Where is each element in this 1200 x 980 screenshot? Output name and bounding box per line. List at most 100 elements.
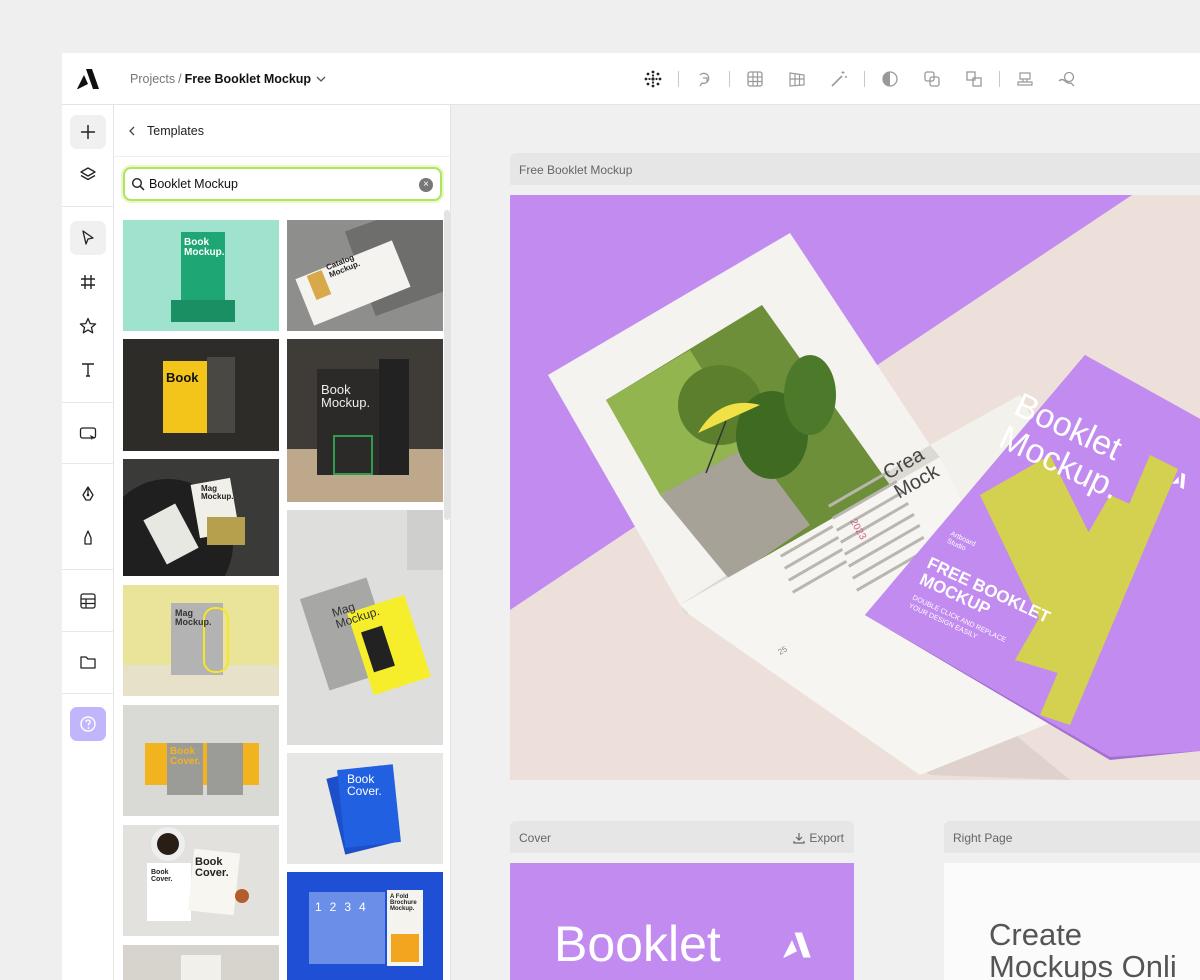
zoom-tool-button[interactable] (1054, 67, 1080, 91)
thumb-title: Book Cover. (347, 772, 382, 798)
text-t-icon (82, 363, 94, 377)
layers-arrange-icon (966, 71, 982, 87)
thumb-title: A Fold Brochure Mockup. (390, 894, 417, 912)
frame-tool-button[interactable] (70, 265, 106, 299)
arrange-tool-button[interactable] (961, 67, 987, 91)
template-thumb-book-green[interactable]: Book Mockup. (123, 220, 279, 331)
toolbar-divider (729, 71, 730, 87)
layers-icon (80, 167, 96, 181)
template-thumb-brochure[interactable]: 1234 A Fold Brochure Mockup. (287, 872, 443, 980)
chevron-down-icon[interactable] (316, 74, 326, 84)
breadcrumb-current-project[interactable]: Free Booklet Mockup (185, 72, 311, 86)
add-button[interactable] (70, 115, 106, 149)
grid-icon (747, 71, 763, 87)
text-tool-button[interactable] (70, 353, 106, 387)
clear-search-icon[interactable]: × (419, 178, 433, 192)
breadcrumb: Projects / Free Booklet Mockup (130, 72, 326, 86)
contrast-tool-button[interactable] (877, 67, 903, 91)
shape-tool-button[interactable] (70, 309, 106, 343)
frame-label-right-page[interactable]: Right Page (944, 821, 1200, 853)
frame-label-cover[interactable]: Cover Export (510, 821, 854, 853)
perspective-tool-button[interactable] (784, 67, 810, 91)
pen-tool-button[interactable] (70, 477, 106, 511)
assets-folder-button[interactable] (70, 645, 106, 679)
thumb-title: Mag Mockup. (175, 608, 212, 627)
star-icon (79, 317, 97, 334)
template-thumb-cover-blue[interactable]: Book Cover. (287, 753, 443, 864)
screen-cursor-icon (79, 427, 97, 441)
select-tool-button[interactable] (70, 221, 106, 255)
right-page-heading: Create Mockups Onli (989, 917, 1177, 980)
template-thumb-mag-dark[interactable]: Mag Mockup. (123, 459, 279, 576)
stamp-icon (1017, 72, 1033, 86)
main-mockup-artboard[interactable]: CreaMock 2023 25 BookletMockup. FREE BOO… (510, 195, 1200, 780)
template-thumb-mag-grey[interactable]: Mag Mockup. (287, 510, 443, 745)
rail-divider (62, 631, 114, 632)
table-tool-button[interactable] (70, 584, 106, 618)
stamp-tool-button[interactable] (1012, 67, 1038, 91)
layers-button[interactable] (70, 158, 106, 192)
cursor-arrow-icon (82, 230, 94, 245)
thumb-title: Book (166, 370, 199, 385)
frame-title: Free Booklet Mockup (519, 163, 633, 177)
right-page-artboard[interactable]: Create Mockups Onli (944, 863, 1200, 980)
pen-nib-icon (82, 486, 94, 501)
rail-divider (62, 569, 114, 570)
ai-generate-button[interactable] (640, 67, 666, 91)
search-icon (131, 177, 145, 191)
magic-wand-icon (831, 71, 847, 87)
panel-scrollbar[interactable] (444, 210, 450, 520)
chevron-left-icon[interactable] (126, 125, 138, 137)
templates-title: Templates (147, 124, 204, 138)
template-thumb-catalog[interactable]: Catalog Mockup. (287, 220, 443, 331)
contrast-icon (882, 71, 898, 87)
mask-tool-button[interactable] (691, 67, 717, 91)
prototype-tool-button[interactable] (70, 417, 106, 451)
breadcrumb-separator: / (178, 72, 182, 86)
top-bar: Projects / Free Booklet Mockup (62, 53, 1200, 105)
toolbar-divider (999, 71, 1000, 87)
grid-tool-button[interactable] (742, 67, 768, 91)
template-thumb-mag-yellow[interactable]: Mag Mockup. (123, 585, 279, 696)
template-thumb-book-dark[interactable]: Book Mockup. (287, 339, 443, 502)
frame-title: Cover (519, 831, 552, 845)
export-button[interactable]: Export (793, 831, 844, 845)
template-thumb-cover-coffee[interactable]: Book Cover. Book Cover. (123, 825, 279, 936)
plus-icon (81, 125, 95, 139)
brand-logo-icon (783, 932, 811, 958)
breadcrumb-projects[interactable]: Projects (130, 72, 175, 86)
download-icon (793, 833, 805, 844)
frame-label-main[interactable]: Free Booklet Mockup (510, 153, 1200, 185)
template-thumb-book-yellow[interactable]: Book (123, 339, 279, 451)
thumb-title: Book Mockup. (184, 237, 225, 258)
rail-divider (62, 206, 114, 207)
app-logo-icon[interactable] (76, 68, 100, 90)
perspective-grid-icon (789, 72, 805, 87)
question-circle-icon (80, 716, 96, 732)
template-thumb-cover-orange[interactable]: Book Cover. (123, 705, 279, 816)
search-input[interactable] (149, 175, 409, 193)
templates-panel: Templates × BookMockup. Book MagMockup. (114, 105, 451, 980)
help-button[interactable] (70, 707, 106, 741)
app-window: Projects / Free Booklet Mockup Templates… (62, 53, 1200, 980)
thumb-title: Book Mockup. (321, 382, 371, 410)
pencil-tool-button[interactable] (70, 521, 106, 555)
folder-icon (80, 656, 96, 669)
toolbar-divider (678, 71, 679, 87)
cover-artboard[interactable]: Booklet (510, 863, 854, 980)
tool-rail (62, 105, 114, 980)
frame-title: Right Page (953, 831, 1013, 845)
rail-divider (62, 463, 114, 464)
shapes-tool-button[interactable] (919, 67, 945, 91)
template-search[interactable]: × (123, 167, 442, 201)
frame-hash-icon (81, 275, 95, 289)
pencil-icon (84, 530, 92, 545)
thumb-title: Book Cover. (195, 856, 229, 879)
design-canvas[interactable]: Free Booklet Mockup CreaMock 2023 25 Boo… (452, 105, 1200, 980)
magnifier-wave-icon (1058, 71, 1075, 87)
magic-wand-button[interactable] (826, 67, 852, 91)
thumb-title: Book Cover. (151, 869, 173, 883)
mask-icon (699, 72, 710, 87)
thumb-title: Book Cover. (170, 746, 201, 767)
template-thumb-booklet-partial[interactable] (123, 945, 279, 980)
